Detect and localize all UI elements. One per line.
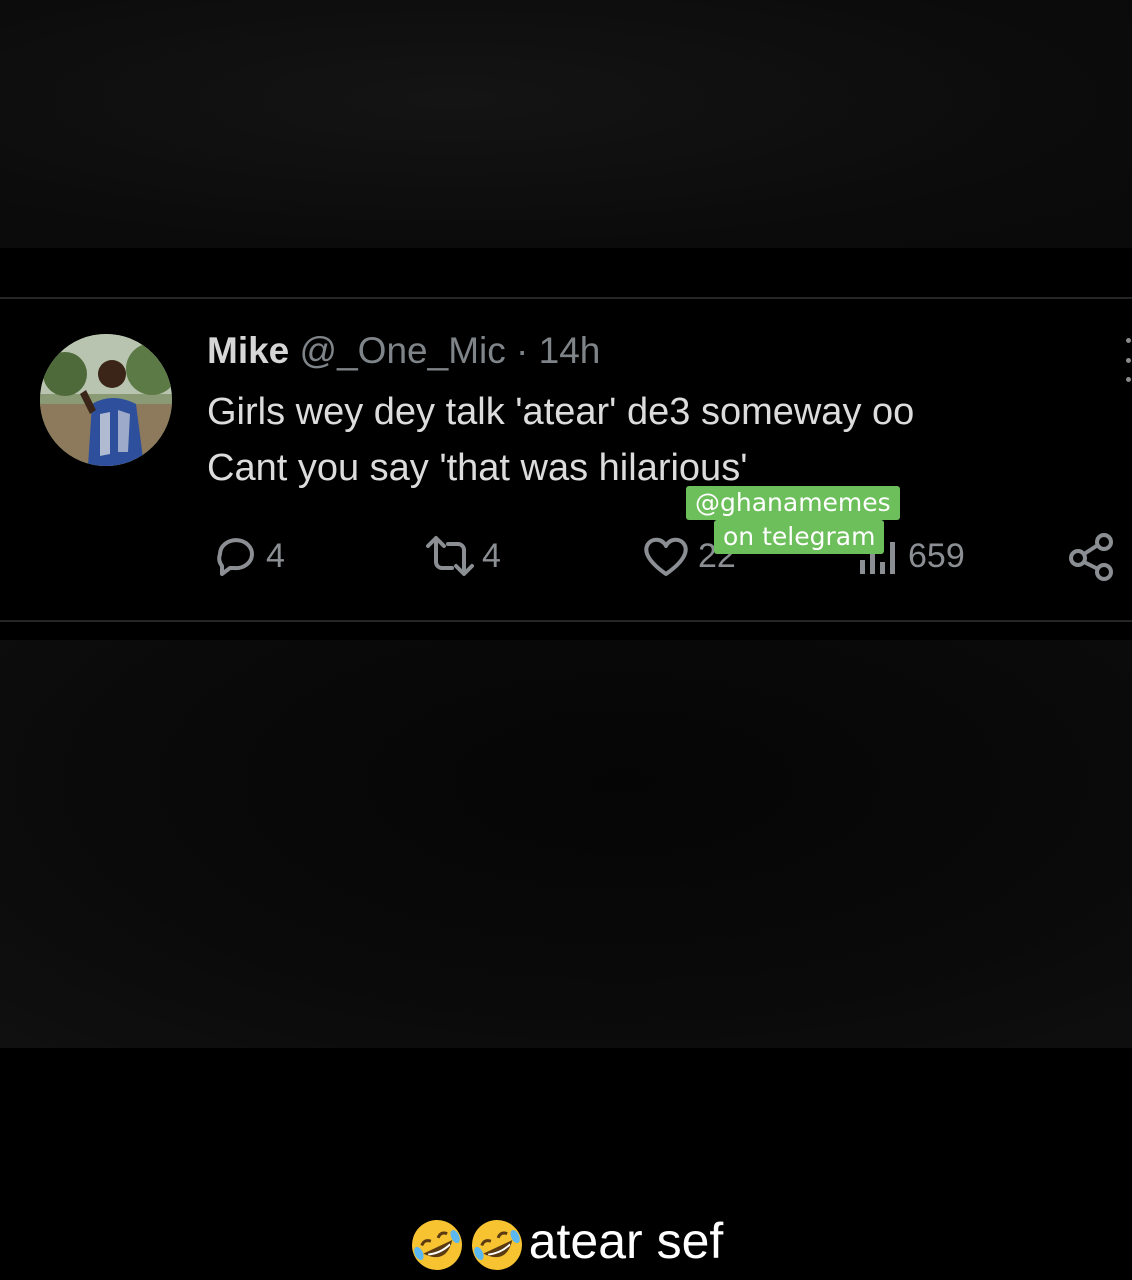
tweet-action-bar: 4 4 22 659 bbox=[0, 528, 1132, 588]
tweet-time[interactable]: 14h bbox=[539, 330, 601, 371]
separator-dot: · bbox=[516, 330, 529, 371]
watermark-line: on telegram bbox=[714, 520, 885, 554]
rolling-on-floor-laughing-emoji bbox=[411, 1219, 462, 1270]
avatar[interactable] bbox=[40, 334, 172, 466]
view-count: 659 bbox=[908, 536, 965, 575]
reply-icon bbox=[217, 538, 254, 576]
reply-button[interactable]: 4 bbox=[212, 532, 285, 580]
more-options-icon[interactable] bbox=[1126, 338, 1132, 382]
retweet-button[interactable]: 4 bbox=[424, 532, 501, 580]
mid-background-band bbox=[0, 640, 1132, 1048]
share-icon bbox=[1069, 533, 1113, 581]
heart-icon bbox=[644, 537, 688, 576]
avatar-photo bbox=[40, 334, 172, 466]
share-button[interactable] bbox=[1066, 530, 1118, 582]
display-name[interactable]: Mike bbox=[207, 330, 289, 371]
caption-text: atear sef bbox=[528, 1213, 724, 1269]
tweet-text-line: Girls wey dey talk 'atear' de3 someway o… bbox=[207, 391, 915, 433]
watermark-badge: @ghanamemes on telegram bbox=[686, 486, 900, 554]
retweet-count: 4 bbox=[482, 536, 501, 575]
rolling-on-floor-laughing-emoji bbox=[471, 1219, 522, 1270]
reply-count: 4 bbox=[266, 536, 285, 575]
top-background-band bbox=[0, 0, 1132, 248]
tweet-header: Mike @_One_Mic · 14h bbox=[207, 330, 600, 372]
watermark-line: @ghanamemes bbox=[686, 486, 900, 520]
tweet-card[interactable]: Mike @_One_Mic · 14h Girls wey dey talk … bbox=[0, 300, 1132, 620]
caption: atear sef bbox=[0, 1210, 1132, 1273]
retweet-icon bbox=[426, 536, 474, 576]
tweet-top-divider bbox=[0, 297, 1132, 299]
tweet-bottom-divider bbox=[0, 620, 1132, 622]
tweet-text: Girls wey dey talk 'atear' de3 someway o… bbox=[207, 384, 914, 496]
user-handle[interactable]: @_One_Mic bbox=[300, 330, 506, 371]
